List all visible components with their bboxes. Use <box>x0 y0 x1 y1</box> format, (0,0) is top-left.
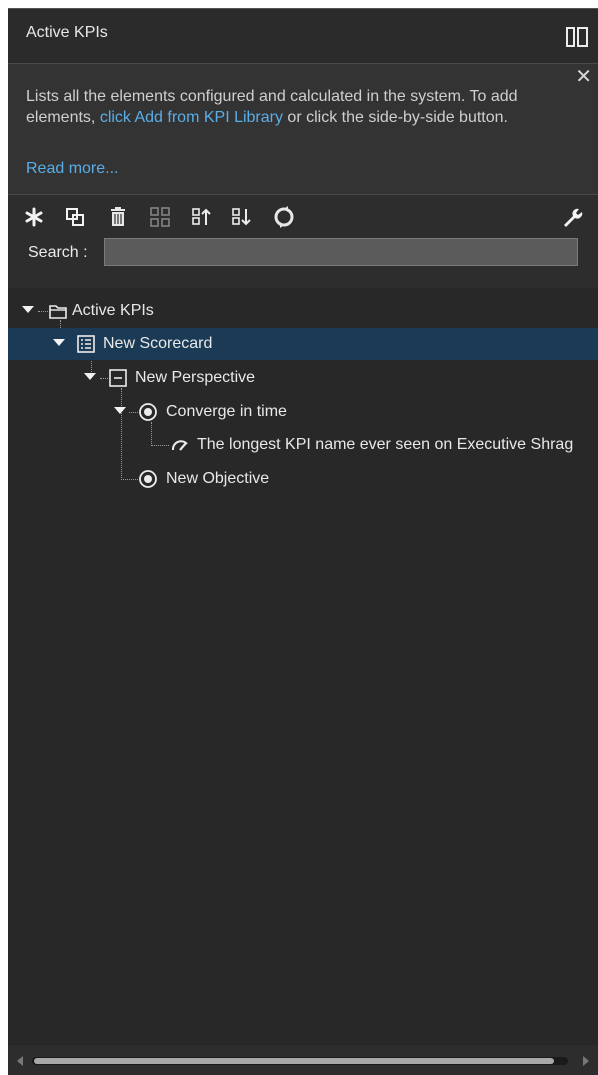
search-input[interactable] <box>104 238 578 266</box>
side-by-side-icon[interactable] <box>566 27 588 47</box>
group-icon[interactable] <box>148 205 172 229</box>
expand-arrow-icon[interactable] <box>22 306 34 313</box>
expand-arrow-icon[interactable] <box>114 407 126 414</box>
panel-header: Active KPIs <box>8 9 598 64</box>
expand-arrow-icon[interactable] <box>84 373 96 380</box>
move-up-icon[interactable] <box>190 205 214 229</box>
scrollbar-thumb[interactable] <box>34 1058 554 1064</box>
copy-icon[interactable] <box>63 205 87 229</box>
objective-icon <box>138 402 158 422</box>
tree-item-label: Active KPIs <box>72 302 154 319</box>
tree-item-label: The longest KPI name ever seen on Execut… <box>197 436 574 453</box>
expand-arrow-icon[interactable] <box>53 339 65 346</box>
objective-icon <box>138 469 158 489</box>
kpi-tree: Active KPIs New Scorecard New Perspectiv… <box>8 288 598 1045</box>
kpi-gauge-icon <box>170 435 190 455</box>
delete-icon[interactable] <box>106 205 130 229</box>
folder-icon <box>48 301 68 321</box>
add-from-kpi-library-link[interactable]: click Add from KPI Library <box>100 109 283 126</box>
tree-item-label: New Objective <box>166 470 270 487</box>
tree-item-longest-kpi[interactable]: The longest KPI name ever seen on Execut… <box>8 429 598 461</box>
read-more-link[interactable]: Read more... <box>26 160 118 178</box>
tree-item-converge-in-time[interactable]: Converge in time <box>8 396 598 428</box>
search-label: Search : <box>28 244 88 261</box>
perspective-icon <box>108 368 128 388</box>
tree-item-label: Converge in time <box>166 403 287 420</box>
scorecard-icon <box>76 334 96 354</box>
scroll-right-arrow-icon[interactable] <box>583 1056 589 1066</box>
toolbar <box>8 197 598 237</box>
tree-item-new-scorecard[interactable]: New Scorecard <box>8 328 598 360</box>
scroll-left-arrow-icon[interactable] <box>17 1056 23 1066</box>
info-text: Lists all the elements configured and ca… <box>26 86 546 128</box>
info-text-after: or click the side-by-side button. <box>282 109 508 126</box>
close-icon[interactable]: ✕ <box>575 66 592 86</box>
horizontal-scrollbar[interactable] <box>8 1045 598 1075</box>
active-kpis-panel: Active KPIs ✕ Lists all the elements con… <box>8 8 598 1075</box>
tree-item-label: New Perspective <box>135 369 256 386</box>
tree-item-new-objective[interactable]: New Objective <box>8 463 598 495</box>
tree-item-new-perspective[interactable]: New Perspective <box>8 362 598 394</box>
tree-item-label: New Scorecard <box>103 335 213 352</box>
info-box: ✕ Lists all the elements configured and … <box>8 64 598 195</box>
tree-item-active-kpis[interactable]: Active KPIs <box>8 295 598 327</box>
refresh-icon[interactable] <box>272 205 296 229</box>
panel-title: Active KPIs <box>26 24 108 41</box>
new-icon[interactable] <box>22 205 46 229</box>
settings-wrench-icon[interactable] <box>560 205 584 229</box>
move-down-icon[interactable] <box>230 205 254 229</box>
